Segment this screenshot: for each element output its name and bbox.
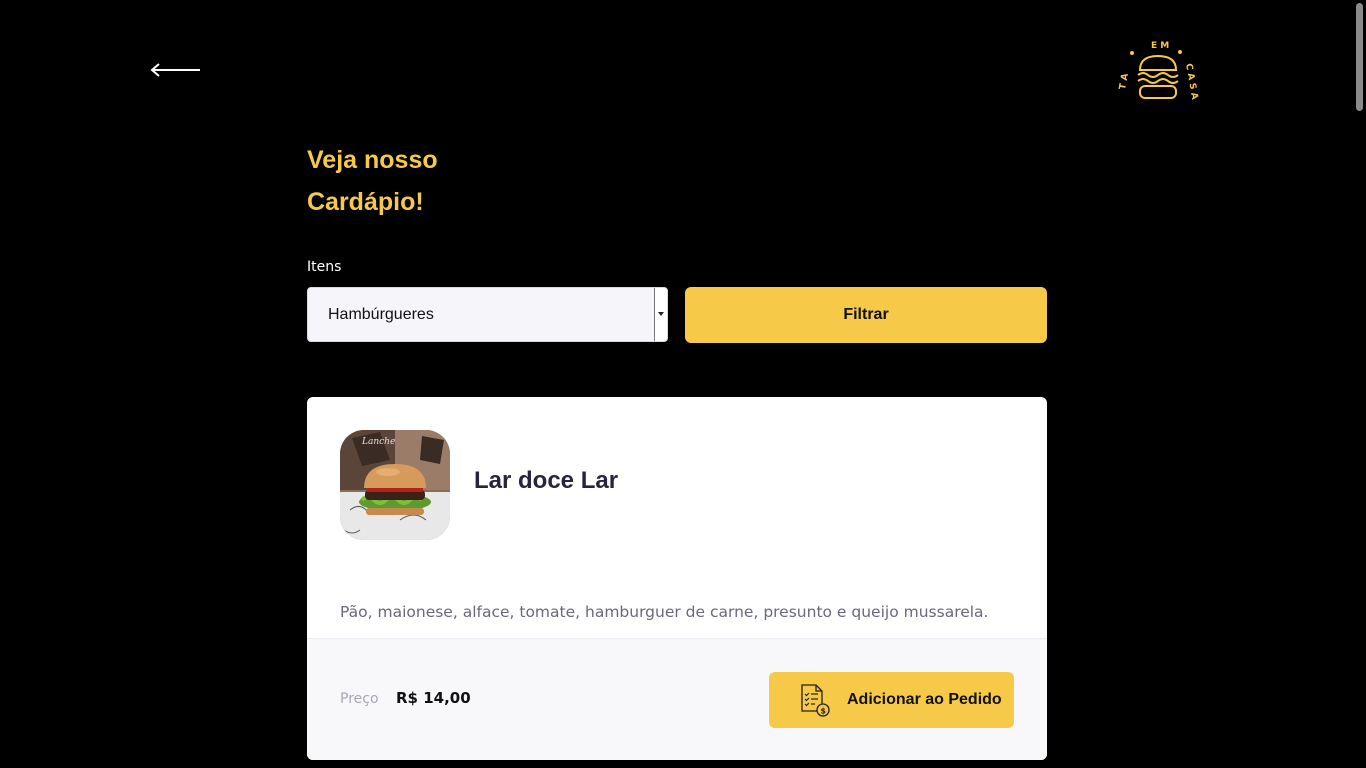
svg-text:E M: E M [1151,41,1169,51]
svg-text:T A: T A [1118,73,1131,91]
svg-text:$: $ [820,707,826,716]
svg-text:C A S A: C A S A [1183,63,1199,101]
burger-photo: Lanche [340,430,450,540]
filter-button[interactable]: Filtrar [685,287,1047,343]
add-to-order-button[interactable]: $ Adicionar ao Pedido [769,672,1014,728]
filter-label: Itens [307,259,342,275]
select-dropdown-handle[interactable] [654,288,667,341]
add-to-order-label: Adicionar ao Pedido [847,691,1002,708]
page-scrollbar[interactable] [1351,0,1366,768]
page-title-line1: Veja nosso [307,146,438,174]
back-arrow-icon[interactable] [148,58,204,82]
item-name: Lar doce Lar [474,467,619,494]
price-value: R$ 14,00 [396,689,471,707]
menu-item-card: Lanche Lar doce Lar Pão, maionese, alfac… [307,397,1047,760]
page-title: Veja nosso Cardápio! [307,139,607,223]
category-select[interactable]: Hambúrgueres [307,287,668,342]
scrollbar-thumb[interactable] [1356,3,1363,111]
chevron-down-icon [658,312,664,316]
item-description: Pão, maionese, alface, tomate, hamburgue… [340,603,989,621]
card-footer: Preço R$ 14,00 $ Adicionar ao Pedido [307,638,1047,760]
price-label: Preço [340,691,379,707]
order-receipt-icon: $ [799,683,831,717]
category-select-value: Hambúrgueres [328,306,434,323]
logo: T A E M C A S A [1114,34,1204,106]
svg-text:Lanche: Lanche [361,437,395,447]
page-title-line2: Cardápio! [307,188,424,216]
